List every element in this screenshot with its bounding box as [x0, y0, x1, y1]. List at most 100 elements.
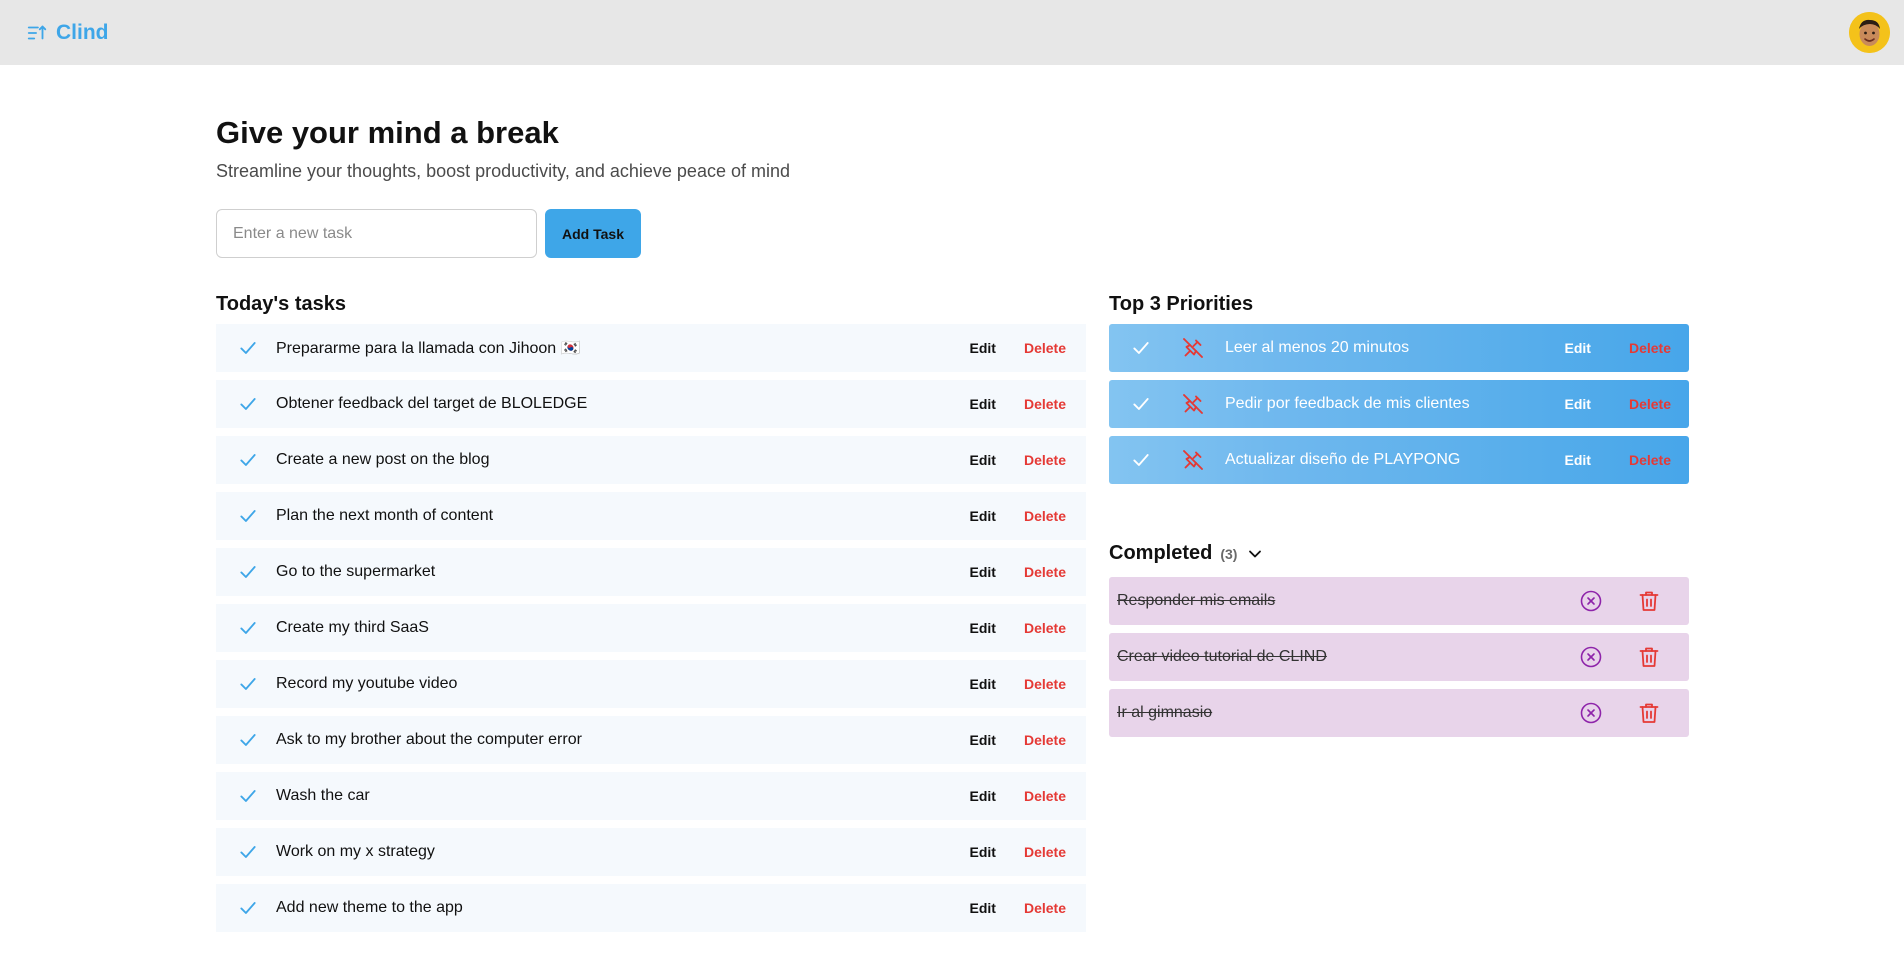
delete-task-button[interactable]: Delete	[1024, 620, 1066, 636]
trash-icon[interactable]	[1637, 701, 1661, 725]
check-icon[interactable]	[238, 786, 258, 806]
task-row: Create a new post on the blog Edit Delete	[216, 436, 1086, 484]
task-row: Ask to my brother about the computer err…	[216, 716, 1086, 764]
check-icon[interactable]	[1131, 450, 1151, 470]
delete-task-button[interactable]: Delete	[1024, 452, 1066, 468]
delete-priority-button[interactable]: Delete	[1629, 396, 1671, 412]
check-icon[interactable]	[238, 338, 258, 358]
delete-task-button[interactable]: Delete	[1024, 676, 1066, 692]
task-row: Prepararme para la llamada con Jihoon 🇰🇷…	[216, 324, 1086, 372]
delete-task-button[interactable]: Delete	[1024, 732, 1066, 748]
completed-label: Responder mis emails	[1117, 592, 1276, 609]
completed-label: Ir al gimnasio	[1117, 704, 1213, 721]
task-label: Add new theme to the app	[276, 899, 463, 916]
priority-row: Leer al menos 20 minutos Edit Delete	[1109, 324, 1689, 372]
task-label: Record my youtube video	[276, 675, 458, 692]
task-label: Ask to my brother about the computer err…	[276, 731, 582, 748]
check-icon[interactable]	[1131, 338, 1151, 358]
new-task-input[interactable]	[216, 209, 537, 258]
brand-logo[interactable]: Clind	[26, 21, 109, 45]
check-icon[interactable]	[238, 674, 258, 694]
edit-task-button[interactable]: Edit	[970, 452, 996, 468]
task-row: Create my third SaaS Edit Delete	[216, 604, 1086, 652]
trash-icon[interactable]	[1637, 645, 1661, 669]
completed-row: Crear video tutorial de CLIND	[1109, 633, 1689, 681]
delete-priority-button[interactable]: Delete	[1629, 452, 1671, 468]
check-icon[interactable]	[238, 730, 258, 750]
delete-task-button[interactable]: Delete	[1024, 564, 1066, 580]
unpin-icon[interactable]	[1181, 336, 1205, 360]
completed-count: (3)	[1220, 545, 1238, 562]
edit-task-button[interactable]: Edit	[970, 732, 996, 748]
task-row: Go to the supermarket Edit Delete	[216, 548, 1086, 596]
page-subtitle: Streamline your thoughts, boost producti…	[216, 161, 790, 181]
delete-task-button[interactable]: Delete	[1024, 788, 1066, 804]
edit-task-button[interactable]: Edit	[970, 564, 996, 580]
task-label: Wash the car	[276, 787, 370, 804]
edit-priority-button[interactable]: Edit	[1565, 452, 1591, 468]
check-icon[interactable]	[238, 898, 258, 918]
task-label: Create my third SaaS	[276, 619, 429, 636]
delete-task-button[interactable]: Delete	[1024, 844, 1066, 860]
sort-list-icon	[27, 25, 47, 39]
task-label: Prepararme para la llamada con Jihoon 🇰🇷	[276, 340, 581, 357]
check-icon[interactable]	[238, 394, 258, 414]
completed-row: Responder mis emails	[1109, 577, 1689, 625]
edit-priority-button[interactable]: Edit	[1565, 396, 1591, 412]
task-row: Record my youtube video Edit Delete	[216, 660, 1086, 708]
edit-task-button[interactable]: Edit	[970, 844, 996, 860]
brand-name: Clind	[56, 20, 109, 44]
task-label: Obtener feedback del target de BLOLEDGE	[276, 395, 588, 412]
todays-tasks-title: Today's tasks	[216, 293, 346, 315]
edit-task-button[interactable]: Edit	[970, 340, 996, 356]
page-title: Give your mind a break	[216, 115, 559, 150]
unpin-icon[interactable]	[1181, 448, 1205, 472]
add-task-button[interactable]: Add Task	[545, 209, 641, 258]
trash-icon[interactable]	[1637, 589, 1661, 613]
circle-x-icon[interactable]	[1579, 701, 1603, 725]
check-icon[interactable]	[238, 562, 258, 582]
edit-task-button[interactable]: Edit	[970, 676, 996, 692]
priority-label: Leer al menos 20 minutos	[1225, 339, 1410, 356]
edit-task-button[interactable]: Edit	[970, 396, 996, 412]
priorities-title: Top 3 Priorities	[1109, 293, 1254, 315]
delete-task-button[interactable]: Delete	[1024, 340, 1066, 356]
circle-x-icon[interactable]	[1579, 645, 1603, 669]
priority-label: Actualizar diseño de PLAYPONG	[1225, 451, 1461, 468]
delete-task-button[interactable]: Delete	[1024, 396, 1066, 412]
task-label: Work on my x strategy	[276, 843, 435, 860]
priority-label: Pedir por feedback de mis clientes	[1225, 395, 1470, 412]
delete-priority-button[interactable]: Delete	[1629, 340, 1671, 356]
completed-label: Crear video tutorial de CLIND	[1117, 648, 1327, 665]
avatar[interactable]	[1849, 12, 1890, 53]
todays-task-list: Prepararme para la llamada con Jihoon 🇰🇷…	[216, 324, 1086, 940]
top-bar: Clind	[0, 0, 1904, 65]
task-row: Obtener feedback del target de BLOLEDGE E…	[216, 380, 1086, 428]
chevron-down-icon[interactable]	[1245, 544, 1265, 564]
edit-priority-button[interactable]: Edit	[1565, 340, 1591, 356]
priority-row: Pedir por feedback de mis clientes Edit De…	[1109, 380, 1689, 428]
completed-header: Completed (3)	[1109, 542, 1265, 565]
edit-task-button[interactable]: Edit	[970, 788, 996, 804]
priority-list: Leer al menos 20 minutos Edit Delete Pedir …	[1109, 324, 1689, 492]
edit-task-button[interactable]: Edit	[970, 620, 996, 636]
edit-task-button[interactable]: Edit	[970, 508, 996, 524]
task-row: Wash the car Edit Delete	[216, 772, 1086, 820]
unpin-icon[interactable]	[1181, 392, 1205, 416]
circle-x-icon[interactable]	[1579, 589, 1603, 613]
completed-title: Completed	[1109, 542, 1213, 564]
check-icon[interactable]	[238, 618, 258, 638]
check-icon[interactable]	[238, 450, 258, 470]
task-label: Create a new post on the blog	[276, 451, 490, 468]
priority-row: Actualizar diseño de PLAYPONG Edit Delete	[1109, 436, 1689, 484]
check-icon[interactable]	[1131, 394, 1151, 414]
edit-task-button[interactable]: Edit	[970, 900, 996, 916]
delete-task-button[interactable]: Delete	[1024, 900, 1066, 916]
task-label: Go to the supermarket	[276, 563, 436, 580]
check-icon[interactable]	[238, 842, 258, 862]
task-row: Plan the next month of content Edit Delete	[216, 492, 1086, 540]
task-row: Work on my x strategy Edit Delete	[216, 828, 1086, 876]
check-icon[interactable]	[238, 506, 258, 526]
delete-task-button[interactable]: Delete	[1024, 508, 1066, 524]
task-row: Add new theme to the app Edit Delete	[216, 884, 1086, 932]
